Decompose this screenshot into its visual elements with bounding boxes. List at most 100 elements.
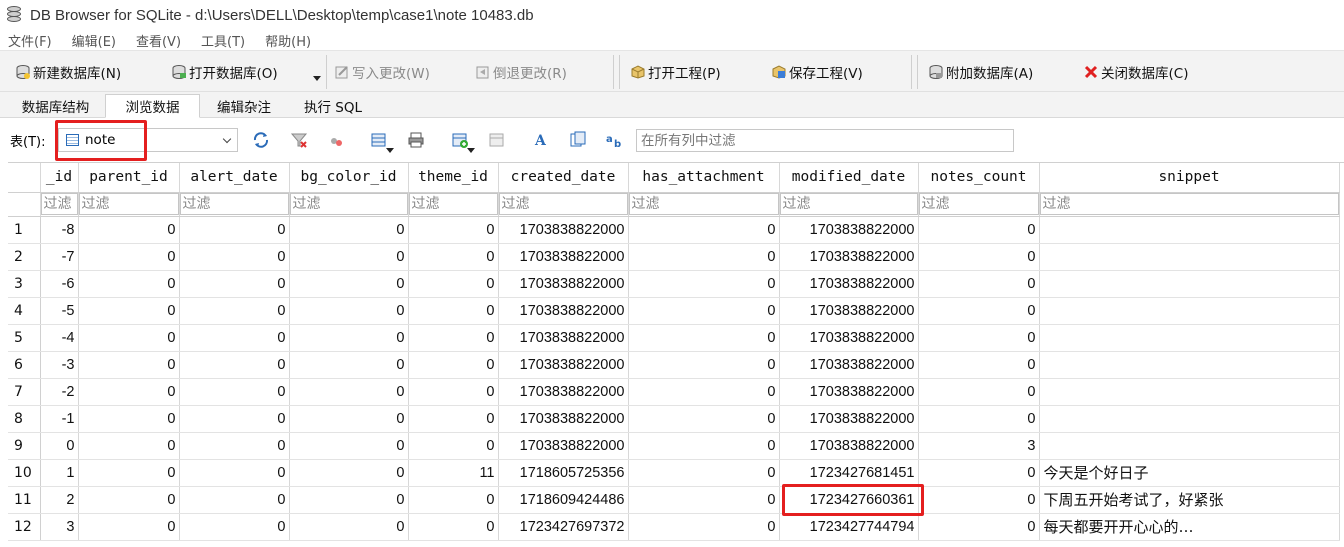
- tab-execute-sql[interactable]: 执行 SQL: [288, 94, 378, 118]
- table-cell[interactable]: 0: [179, 270, 290, 298]
- column-header[interactable]: _id: [40, 163, 79, 193]
- table-cell[interactable]: 0: [289, 324, 409, 352]
- column-header[interactable]: snippet: [1039, 163, 1340, 193]
- menu-view[interactable]: 查看(V): [136, 31, 181, 50]
- table-cell[interactable]: 1703838822000: [498, 324, 629, 352]
- row-number[interactable]: 8: [8, 405, 41, 433]
- table-row[interactable]: 1 -8 0 0 0 0 1703838822000 0 1703838822000 0: [8, 216, 1340, 244]
- revert-changes-button[interactable]: 倒退更改(R): [476, 60, 567, 84]
- table-cell[interactable]: 0: [289, 216, 409, 244]
- table-cell[interactable]: [1039, 405, 1340, 433]
- row-number[interactable]: 6: [8, 351, 41, 379]
- menu-help[interactable]: 帮助(H): [265, 31, 311, 50]
- table-cell[interactable]: 0: [918, 513, 1040, 541]
- table-cell[interactable]: 1703838822000: [498, 216, 629, 244]
- open-project-button[interactable]: 打开工程(P): [631, 60, 721, 84]
- save-filter-icon[interactable]: [328, 131, 346, 149]
- table-cell[interactable]: 0: [408, 243, 499, 271]
- print-icon[interactable]: [407, 131, 425, 149]
- table-cell[interactable]: -8: [40, 216, 79, 244]
- global-filter-input[interactable]: [636, 129, 1014, 152]
- table-row[interactable]: 12 3 0 0 0 0 1723427697372 0 1723427744794 0 每天都要开…: [8, 513, 1340, 541]
- column-header[interactable]: has_attachment: [628, 163, 780, 193]
- table-cell[interactable]: 0: [179, 378, 290, 406]
- table-cell[interactable]: 0: [628, 297, 780, 325]
- table-cell[interactable]: 3: [40, 513, 79, 541]
- tab-database-structure[interactable]: 数据库结构: [6, 94, 105, 118]
- table-cell[interactable]: 0: [179, 486, 290, 514]
- table-cell[interactable]: 0: [918, 486, 1040, 514]
- table-row[interactable]: 8 -1 0 0 0 0 1703838822000 0 1703838822000 0: [8, 405, 1340, 433]
- table-cell[interactable]: 0: [179, 513, 290, 541]
- clear-filters-icon[interactable]: [290, 131, 308, 149]
- table-cell[interactable]: 0: [918, 324, 1040, 352]
- table-row[interactable]: 6 -3 0 0 0 0 1703838822000 0 1703838822000 0: [8, 351, 1340, 379]
- column-filter-input[interactable]: [289, 193, 407, 215]
- table-row[interactable]: 7 -2 0 0 0 0 1703838822000 0 1703838822000 0: [8, 378, 1340, 406]
- column-filter-input[interactable]: [1039, 193, 1338, 215]
- table-cell[interactable]: 0: [179, 405, 290, 433]
- column-header[interactable]: alert_date: [179, 163, 290, 193]
- row-number[interactable]: 7: [8, 378, 41, 406]
- table-cell[interactable]: 0: [408, 486, 499, 514]
- table-cell[interactable]: 0: [78, 351, 180, 379]
- row-number[interactable]: 12: [8, 513, 41, 541]
- open-database-button[interactable]: 打开数据库(O): [172, 60, 278, 84]
- table-cell[interactable]: [1039, 378, 1340, 406]
- table-row[interactable]: 3 -6 0 0 0 0 1703838822000 0 1703838822000 0: [8, 270, 1340, 298]
- table-cell[interactable]: 0: [78, 243, 180, 271]
- table-cell[interactable]: 0: [78, 513, 180, 541]
- table-cell[interactable]: 0: [289, 513, 409, 541]
- table-cell[interactable]: 0: [628, 486, 780, 514]
- table-cell[interactable]: 0: [918, 243, 1040, 271]
- table-cell[interactable]: 0: [628, 432, 780, 460]
- table-cell[interactable]: 1703838822000: [779, 324, 919, 352]
- table-cell[interactable]: 0: [289, 378, 409, 406]
- table-cell[interactable]: 1703838822000: [779, 216, 919, 244]
- menu-tools[interactable]: 工具(T): [201, 31, 245, 50]
- column-filter-input[interactable]: [40, 193, 77, 215]
- table-cell[interactable]: 0: [628, 513, 780, 541]
- table-cell[interactable]: 1703838822000: [779, 432, 919, 460]
- table-cell[interactable]: 1703838822000: [779, 405, 919, 433]
- table-cell[interactable]: 0: [918, 405, 1040, 433]
- table-cell[interactable]: 0: [408, 270, 499, 298]
- table-cell[interactable]: 0: [408, 216, 499, 244]
- save-results-icon[interactable]: [370, 131, 388, 149]
- table-row[interactable]: 4 -5 0 0 0 0 1703838822000 0 1703838822000 0: [8, 297, 1340, 325]
- insert-record-dropdown-arrow[interactable]: [467, 148, 475, 153]
- table-row[interactable]: 11 2 0 0 0 0 1718609424486 0 1723427660361 0 下周五开始…: [8, 486, 1340, 514]
- table-cell[interactable]: 每天都要开开心心的…: [1039, 513, 1340, 541]
- table-cell[interactable]: 1703838822000: [779, 297, 919, 325]
- tab-edit-pragmas[interactable]: 编辑杂注: [200, 94, 288, 118]
- table-cell[interactable]: -5: [40, 297, 79, 325]
- table-cell[interactable]: 0: [408, 378, 499, 406]
- table-cell[interactable]: 0: [408, 432, 499, 460]
- table-cell[interactable]: 0: [78, 324, 180, 352]
- table-cell[interactable]: [1039, 216, 1340, 244]
- table-cell[interactable]: 1703838822000: [779, 378, 919, 406]
- row-number[interactable]: 4: [8, 297, 41, 325]
- table-cell[interactable]: 11: [408, 459, 499, 487]
- row-number[interactable]: 1: [8, 216, 41, 244]
- column-filter-input[interactable]: [179, 193, 288, 215]
- row-number[interactable]: 3: [8, 270, 41, 298]
- tab-browse-data[interactable]: 浏览数据: [105, 94, 200, 118]
- table-cell[interactable]: 0: [289, 459, 409, 487]
- column-filter-input[interactable]: [779, 193, 917, 215]
- table-row[interactable]: 9 0 0 0 0 0 1703838822000 0 1703838822000 3: [8, 432, 1340, 460]
- table-cell[interactable]: 0: [918, 378, 1040, 406]
- table-cell[interactable]: -2: [40, 378, 79, 406]
- open-database-dropdown-arrow[interactable]: [313, 76, 321, 81]
- column-filter-input[interactable]: [918, 193, 1038, 215]
- column-filter-input[interactable]: [498, 193, 627, 215]
- table-cell[interactable]: 3: [918, 432, 1040, 460]
- table-cell[interactable]: 0: [628, 243, 780, 271]
- table-cell[interactable]: 0: [179, 243, 290, 271]
- table-cell[interactable]: 0: [78, 216, 180, 244]
- table-cell[interactable]: -1: [40, 405, 79, 433]
- table-cell[interactable]: 0: [78, 378, 180, 406]
- column-header[interactable]: notes_count: [918, 163, 1040, 193]
- table-cell[interactable]: 0: [628, 405, 780, 433]
- row-number[interactable]: 10: [8, 459, 41, 487]
